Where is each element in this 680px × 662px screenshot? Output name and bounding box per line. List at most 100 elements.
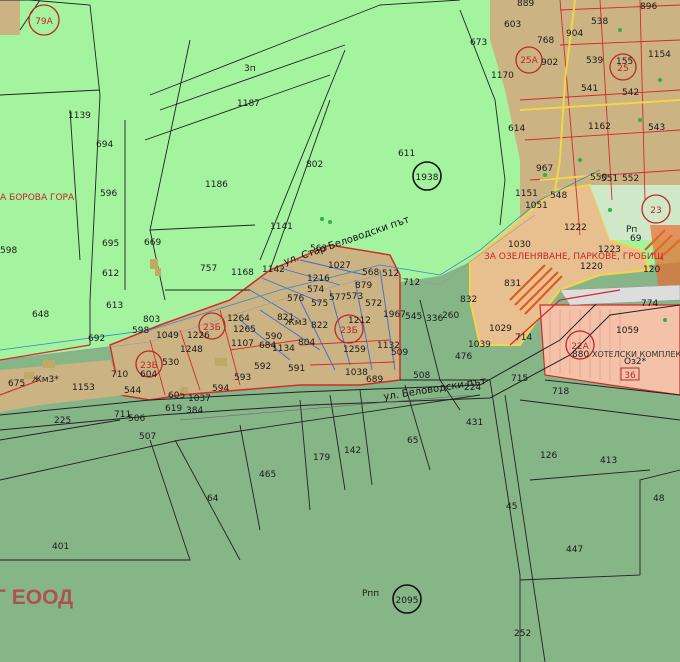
parcel-591: 591	[288, 364, 305, 374]
parcel-889: 889	[517, 0, 534, 9]
parcel-1264: 1264	[227, 314, 250, 324]
parcel-1212: 1212	[348, 316, 371, 326]
parcel-576: 576	[287, 294, 304, 304]
svg-text:2095: 2095	[396, 596, 419, 606]
parcel-1051: 1051	[525, 201, 548, 211]
parcel-1030: 1030	[508, 240, 531, 250]
parcel-694: 694	[96, 140, 113, 150]
parcel-413: 413	[600, 456, 617, 466]
parcel-1223: 1223	[598, 245, 621, 255]
parcel-447: 447	[566, 545, 583, 555]
parcel-252: 252	[514, 629, 531, 639]
parcel-507: 507	[139, 432, 156, 442]
parcel-802: 802	[306, 160, 323, 170]
parcel-1049: 1049	[156, 331, 179, 341]
svg-text:25А: 25А	[520, 56, 538, 66]
parcel-594: 594	[212, 384, 229, 394]
parcel-675: 675	[8, 379, 25, 389]
parcel-64: 64	[207, 494, 219, 504]
parcel-967: 967	[536, 164, 553, 174]
parcel-604: 604	[140, 370, 157, 380]
cadastral-map[interactable]: 79А 25А 25 23 23Б 23Б 23Б 22А 36 1938 20…	[0, 0, 680, 662]
parcel-896: 896	[640, 2, 657, 12]
parcel-613: 613	[106, 301, 123, 311]
parcel-1168: 1168	[231, 268, 254, 278]
label-rpp: Рпп	[362, 589, 379, 599]
parcel-1222: 1222	[564, 223, 587, 233]
parcel-614: 614	[508, 124, 525, 134]
parcel-1187: 1187	[237, 99, 260, 109]
parcel-1186: 1186	[205, 180, 228, 190]
parcel-1216: 1216	[307, 274, 330, 284]
parcel-1226: 1226	[187, 331, 210, 341]
parcel-179: 179	[313, 453, 330, 463]
parcel-673: 673	[470, 38, 487, 48]
parcel-1027: 1027	[328, 261, 351, 271]
parcel-603: 603	[504, 20, 521, 30]
parcel-1059: 1059	[616, 326, 639, 336]
parcel-506: 506	[128, 414, 145, 424]
parcel-1153: 1153	[72, 383, 95, 393]
parcel-592: 592	[254, 362, 271, 372]
parcel-563: 563	[310, 244, 327, 254]
parcel-1141: 1141	[270, 222, 293, 232]
parcel-1170: 1170	[491, 71, 514, 81]
parcel-1967: 1967	[383, 310, 406, 320]
parcel-69: 69	[630, 234, 642, 244]
parcel-260: 260	[442, 311, 459, 321]
parcel-336: 336	[426, 314, 443, 324]
label-3p: 3п	[244, 64, 256, 74]
parcel-142: 142	[344, 446, 361, 456]
parcel-552: 552	[622, 174, 639, 184]
parcel-574: 574	[307, 285, 324, 295]
parcel-1037: 1037	[188, 394, 211, 404]
parcel-573: 573	[346, 292, 363, 302]
parcel-541: 541	[581, 84, 598, 94]
parcel-45: 45	[506, 502, 517, 512]
svg-text:23: 23	[650, 206, 661, 216]
parcel-65: 65	[407, 436, 418, 446]
left-forest-parcel	[0, 95, 150, 360]
parcel-611: 611	[398, 149, 415, 159]
parcel-902: 902	[541, 58, 558, 68]
parcel-1151: 1151	[515, 189, 538, 199]
parcel-538: 538	[591, 17, 608, 27]
parcel-155: 155	[616, 57, 633, 67]
parcel-545: 545	[405, 312, 422, 322]
parcel-768: 768	[537, 36, 554, 46]
parcel-544: 544	[124, 386, 141, 396]
parcel-568: 568	[362, 268, 379, 278]
zone-corner	[0, 0, 20, 35]
parcel-1039: 1039	[468, 340, 491, 350]
parcel-879: 879	[355, 281, 372, 291]
parcel-575: 575	[311, 299, 328, 309]
map-canvas[interactable]: 79А 25А 25 23 23Б 23Б 23Б 22А 36 1938 20…	[0, 0, 680, 662]
parcel-1248: 1248	[180, 345, 203, 355]
parcel-1107: 1107	[231, 339, 254, 349]
parcel-572: 572	[365, 299, 382, 309]
parcel-695: 695	[102, 239, 119, 249]
parcel-465: 465	[259, 470, 276, 480]
parcel-590: 590	[265, 332, 282, 342]
parcel-543: 543	[648, 123, 665, 133]
parcel-1220: 1220	[580, 262, 603, 272]
parcel-431: 431	[466, 418, 483, 428]
parcel-757: 757	[200, 264, 217, 274]
parcel-548: 548	[550, 191, 567, 201]
parcel-577: 577	[329, 293, 346, 303]
parcel-1259: 1259	[343, 345, 366, 355]
parcel-710: 710	[111, 370, 128, 380]
parcel-384: 384	[186, 406, 203, 416]
parcel-822: 822	[311, 321, 328, 331]
parcel-509: 509	[391, 348, 408, 358]
parcel-1038: 1038	[345, 368, 368, 378]
svg-text:36: 36	[624, 371, 636, 381]
parcel-508: 508	[413, 371, 430, 381]
parcel-712: 712	[403, 278, 420, 288]
label-borova-gora: А БОРОВА ГОРА	[0, 193, 75, 203]
svg-text:79А: 79А	[35, 17, 53, 27]
parcel-1162: 1162	[588, 122, 611, 132]
parcel-401: 401	[52, 542, 69, 552]
label-zhm3-star: Жм3*	[32, 375, 59, 385]
parcel-669: 669	[144, 238, 161, 248]
